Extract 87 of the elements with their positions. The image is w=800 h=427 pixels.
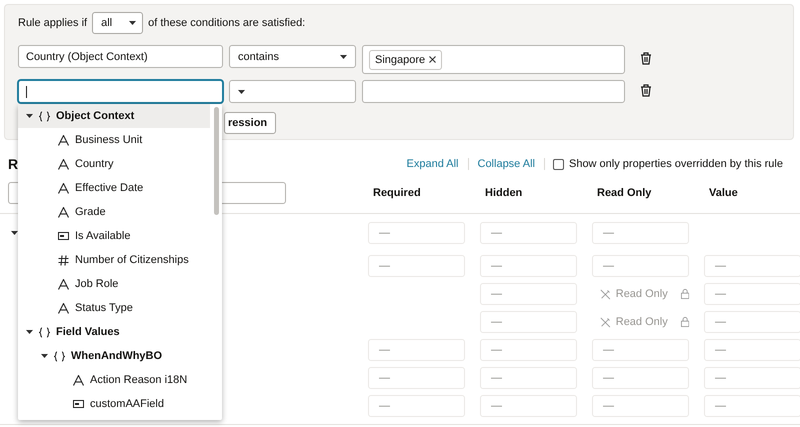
braces-icon (39, 326, 50, 338)
braces-icon (54, 350, 65, 362)
tree-group[interactable]: WhenAndWhyBO (18, 344, 210, 368)
tree-item[interactable]: Is Available (18, 224, 210, 248)
delete-button[interactable] (640, 52, 654, 66)
table-cell[interactable]: — (368, 339, 465, 361)
table-cell[interactable]: — (480, 311, 577, 333)
hash-icon (58, 254, 69, 266)
override-checkbox[interactable]: Show only properties overridden by this rule (544, 158, 783, 170)
caret-icon (238, 90, 245, 94)
table-cell[interactable]: — (592, 255, 689, 277)
table-cell[interactable]: — (480, 395, 577, 417)
table-cell[interactable]: — (480, 339, 577, 361)
tree-group[interactable]: Field Values (18, 320, 210, 344)
tree-item[interactable]: Number of Citizenships (18, 248, 210, 272)
caret-icon (340, 54, 347, 58)
letter-icon (58, 182, 69, 194)
lock-icon (680, 288, 689, 300)
values-field[interactable]: Singapore (362, 45, 625, 74)
table-cell[interactable]: — (704, 395, 800, 417)
add-button[interactable]: ression (224, 112, 276, 134)
column-header: Value (708, 186, 739, 198)
field-icon (73, 400, 84, 408)
letter-icon (58, 158, 69, 170)
table-cell[interactable]: — (480, 222, 577, 244)
table-cell[interactable]: — (704, 339, 800, 361)
delete-button[interactable] (640, 84, 654, 98)
toolbar-link[interactable]: Expand All (398, 158, 468, 170)
field-icon (58, 232, 69, 240)
close-icon[interactable] (429, 56, 436, 63)
tree-item[interactable]: Job Role (18, 272, 210, 296)
lock-icon (680, 316, 689, 328)
toolbar-link[interactable]: Collapse All (468, 158, 545, 170)
table-cell[interactable]: — (704, 367, 800, 389)
scrollbar[interactable] (214, 107, 219, 215)
tree-item[interactable]: Status Type (18, 296, 210, 320)
tree-group[interactable]: Object Context (18, 104, 210, 128)
trash-icon (640, 52, 652, 65)
table-cell[interactable]: — (368, 367, 465, 389)
caret-icon (26, 330, 33, 334)
caret-icon (129, 21, 136, 25)
table-cell[interactable]: — (704, 283, 800, 305)
text-cursor (26, 86, 27, 98)
no-edit-icon (600, 288, 611, 300)
table-cell[interactable]: — (704, 311, 800, 333)
tree-item[interactable]: Effective Date (18, 176, 210, 200)
letter-icon (58, 278, 69, 290)
tree-item[interactable]: Action Reason i18N (18, 368, 210, 392)
table-cell[interactable]: — (368, 222, 465, 244)
tree-item[interactable]: Country (18, 152, 210, 176)
column-header: Hidden (484, 186, 524, 198)
tree-item[interactable]: customAAField (18, 392, 210, 416)
table-cell[interactable]: — (480, 283, 577, 305)
table-cell[interactable]: — (480, 255, 577, 277)
no-edit-icon (600, 316, 611, 328)
section-title: R (8, 156, 18, 172)
condition-field[interactable] (18, 80, 223, 103)
rule-suffix: of these conditions are satisfied: (148, 17, 306, 29)
read-only-cell: Read Only (592, 311, 689, 333)
letter-icon (58, 206, 69, 218)
table-cell[interactable]: — (592, 367, 689, 389)
values-field[interactable] (362, 80, 625, 103)
table-cell[interactable]: — (592, 395, 689, 417)
expand-icon (11, 231, 18, 235)
read-only-cell: Read Only (592, 283, 689, 305)
rule-prefix: Rule applies if (18, 17, 88, 29)
chip-label: Singapore (375, 54, 426, 66)
table-cell[interactable]: — (704, 255, 800, 277)
tree-item[interactable]: Business Unit (18, 128, 210, 152)
operator-select[interactable]: contains (229, 45, 356, 68)
match-select[interactable]: all (92, 12, 144, 34)
table-cell[interactable]: — (368, 255, 465, 277)
caret-icon (41, 354, 48, 358)
trash-icon (640, 84, 652, 97)
column-header: Read Only (596, 186, 652, 198)
letter-icon (73, 374, 84, 386)
tree-item[interactable]: Grade (18, 200, 210, 224)
column-header: Required (372, 186, 422, 198)
condition-field[interactable]: Country (Object Context) (18, 45, 223, 68)
table-cell[interactable]: — (592, 339, 689, 361)
letter-icon (58, 134, 69, 146)
braces-icon (39, 110, 50, 122)
letter-icon (58, 302, 69, 314)
table-cell[interactable]: — (592, 222, 689, 244)
table-cell[interactable]: — (368, 395, 465, 417)
caret-icon (26, 114, 33, 118)
table-cell[interactable]: — (480, 367, 577, 389)
